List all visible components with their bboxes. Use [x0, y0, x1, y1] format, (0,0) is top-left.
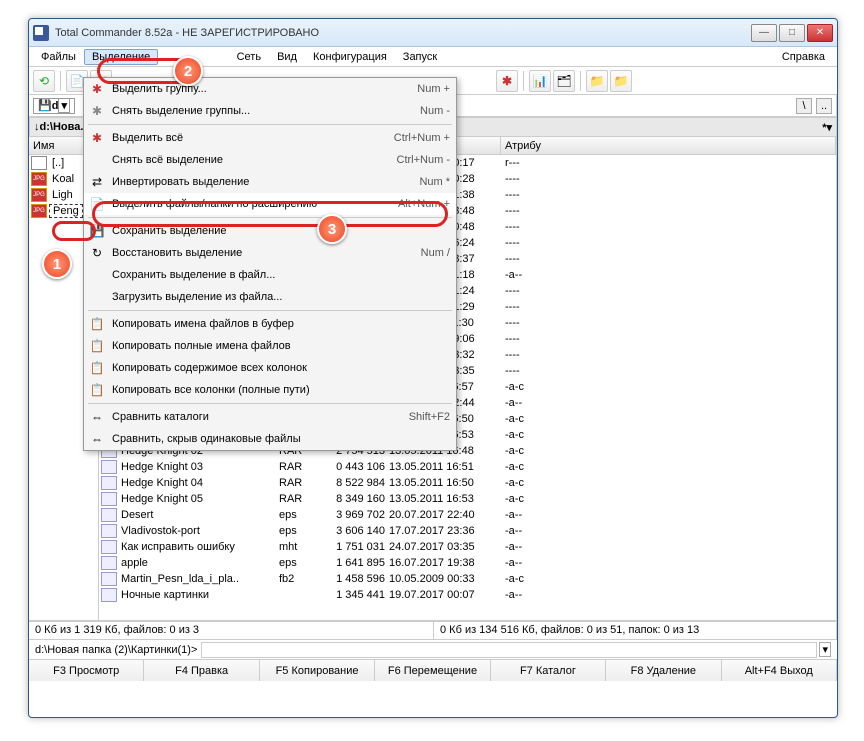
refresh-icon[interactable]: ⟲: [33, 70, 55, 92]
menu-view[interactable]: Вид: [269, 49, 305, 65]
command-input[interactable]: [201, 642, 817, 658]
menu-item[interactable]: Снять всё выделениеCtrl+Num -: [84, 149, 456, 171]
command-line[interactable]: d:\Новая папка (2)\Картинки(1)> ▾: [29, 639, 837, 659]
table-row[interactable]: Deserteps3 969 70220.07.2017 22:40-a--: [99, 507, 836, 523]
minimize-button[interactable]: —: [751, 24, 777, 42]
table-row[interactable]: Hedge Knight 05RAR8 349 16013.05.2011 16…: [99, 491, 836, 507]
table-row[interactable]: appleeps1 641 89516.07.2017 19:38-a--: [99, 555, 836, 571]
menu-icon: ✱: [88, 80, 106, 98]
menu-item[interactable]: Сохранить выделение в файл...: [84, 264, 456, 286]
menubar: Файлы Выделение Навигация Сеть Вид Конфи…: [29, 47, 837, 67]
menu-item[interactable]: 📋Копировать содержимое всех колонок: [84, 357, 456, 379]
table-row[interactable]: Как исправить ошибкуmht1 751 03124.07.20…: [99, 539, 836, 555]
root-button[interactable]: \: [796, 98, 812, 114]
table-row[interactable]: Hedge Knight 04RAR8 522 98413.05.2011 16…: [99, 475, 836, 491]
menu-icon: ⇄: [88, 173, 106, 191]
menu-icon: ✱: [88, 129, 106, 147]
command-dropdown[interactable]: ▾: [819, 642, 831, 657]
callout-3: 3: [317, 214, 347, 244]
table-row[interactable]: Martin_Pesn_lda_i_pla..fb21 458 59610.05…: [99, 571, 836, 587]
function-keys: F3 ПросмотрF4 ПравкаF5 КопированиеF6 Пер…: [29, 659, 837, 681]
menu-files[interactable]: Файлы: [33, 49, 84, 65]
menu-help[interactable]: Справка: [774, 49, 833, 65]
up-button[interactable]: ..: [816, 98, 832, 114]
table-row[interactable]: Ночные картинки1 345 44119.07.2017 00:07…: [99, 587, 836, 603]
titlebar: Total Commander 8.52a - НЕ ЗАРЕГИСТРИРОВ…: [29, 19, 837, 47]
menu-start[interactable]: Запуск: [395, 49, 445, 65]
fkey-button[interactable]: F3 Просмотр: [29, 660, 144, 681]
menu-item[interactable]: 📋Копировать все колонки (полные пути): [84, 379, 456, 401]
menu-item[interactable]: 📄Выделить файлы/папки по расширениюAlt+N…: [84, 193, 456, 215]
menu-item[interactable]: ⇔Сравнить, скрыв одинаковые файлы: [84, 428, 456, 450]
menu-item[interactable]: ✱Выделить группу...Num +: [84, 78, 456, 100]
status-bar: 0 Кб из 1 319 Кб, файлов: 0 из 3 0 Кб из…: [29, 621, 837, 639]
menu-item[interactable]: Загрузить выделение из файла...: [84, 286, 456, 308]
maximize-button[interactable]: □: [779, 24, 805, 42]
fkey-button[interactable]: F7 Каталог: [491, 660, 606, 681]
fkey-button[interactable]: F6 Перемещение: [375, 660, 490, 681]
close-button[interactable]: ✕: [807, 24, 833, 42]
menu-icon: 📋: [88, 381, 106, 399]
window-title: Total Commander 8.52a - НЕ ЗАРЕГИСТРИРОВ…: [55, 27, 751, 39]
fkey-button[interactable]: F8 Удаление: [606, 660, 721, 681]
menu-icon: ⇔: [88, 430, 106, 448]
col-attr[interactable]: Атрибу: [501, 137, 836, 154]
menu-item[interactable]: ⇄Инвертировать выделениеNum *: [84, 171, 456, 193]
menu-item[interactable]: ⇔Сравнить каталогиShift+F2: [84, 406, 456, 428]
menu-icon: 📄: [88, 195, 106, 213]
app-icon: [33, 25, 49, 41]
fkey-button[interactable]: Alt+F4 Выход: [722, 660, 837, 681]
menu-icon: 📋: [88, 315, 106, 333]
menu-icon: 💾: [88, 222, 106, 240]
menu-item[interactable]: 💾Сохранить выделение: [84, 220, 456, 242]
selection-menu: ✱Выделить группу...Num +✱Снять выделение…: [83, 77, 457, 451]
tool-icon[interactable]: 🗂: [553, 70, 575, 92]
menu-icon: 📋: [88, 337, 106, 355]
table-row[interactable]: Vladivostok-porteps3 606 14017.07.2017 2…: [99, 523, 836, 539]
menu-item[interactable]: ↻Восстановить выделениеNum /: [84, 242, 456, 264]
menu-icon: ↻: [88, 244, 106, 262]
callout-2: 2: [173, 56, 203, 86]
menu-selection[interactable]: Выделение: [84, 49, 158, 65]
tool-icon[interactable]: 📁: [610, 70, 632, 92]
menu-icon: ⇔: [88, 408, 106, 426]
tool-icon[interactable]: 📊: [529, 70, 551, 92]
menu-item[interactable]: 📋Копировать имена файлов в буфер: [84, 313, 456, 335]
menu-item[interactable]: ✱Выделить всёCtrl+Num +: [84, 127, 456, 149]
status-left: 0 Кб из 1 319 Кб, файлов: 0 из 3: [29, 622, 434, 639]
callout-1: 1: [42, 249, 72, 279]
prompt-label: d:\Новая папка (2)\Картинки(1)>: [35, 644, 197, 656]
menu-item[interactable]: 📋Копировать полные имена файлов: [84, 335, 456, 357]
menu-config[interactable]: Конфигурация: [305, 49, 395, 65]
fkey-button[interactable]: F5 Копирование: [260, 660, 375, 681]
menu-icon: 📋: [88, 359, 106, 377]
fkey-button[interactable]: F4 Правка: [144, 660, 259, 681]
table-row[interactable]: Hedge Knight 03RAR0 443 10613.05.2011 16…: [99, 459, 836, 475]
menu-icon: ✱: [88, 102, 106, 120]
menu-item[interactable]: ✱Снять выделение группы...Num -: [84, 100, 456, 122]
drive-selector[interactable]: 💾 d ▾: [33, 98, 75, 114]
tool-icon[interactable]: 📁: [586, 70, 608, 92]
star-icon[interactable]: ✱: [496, 70, 518, 92]
status-right: 0 Кб из 134 516 Кб, файлов: 0 из 51, пап…: [434, 622, 837, 639]
menu-network[interactable]: Сеть: [229, 49, 269, 65]
